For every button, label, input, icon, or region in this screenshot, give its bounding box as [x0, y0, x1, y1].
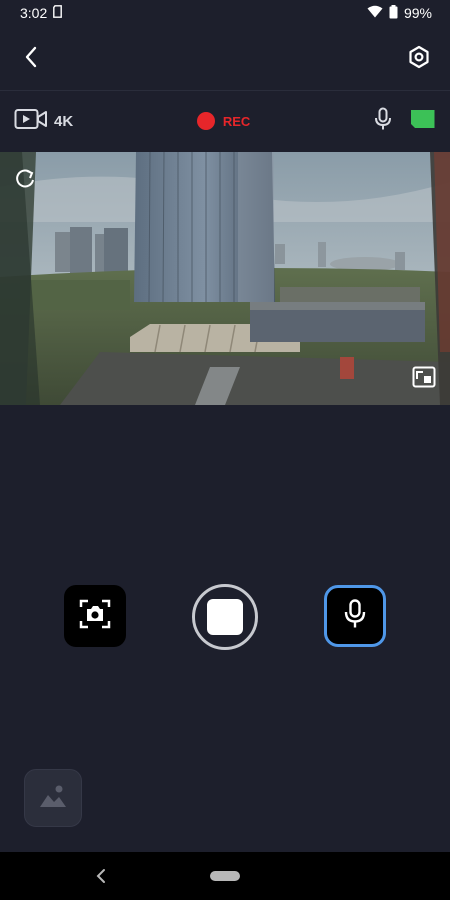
top-bar [0, 28, 450, 90]
wifi-icon [367, 5, 383, 21]
rec-dot-icon [196, 112, 215, 130]
resolution-indicator[interactable]: 4K [14, 107, 73, 135]
nav-home-pill[interactable] [210, 871, 240, 881]
stop-record-icon [207, 599, 243, 635]
sd-card-icon [53, 5, 63, 21]
back-button[interactable] [18, 46, 44, 72]
gallery-button[interactable] [24, 769, 82, 827]
nav-back-icon[interactable] [92, 866, 110, 886]
video-camera-icon [14, 107, 48, 135]
back-chevron-icon [24, 46, 38, 73]
top-divider [0, 90, 450, 91]
capture-controls [0, 580, 450, 660]
battery-icon [389, 4, 398, 22]
rec-indicator: REC [196, 112, 251, 130]
info-bar: 4K REC [0, 96, 450, 146]
settings-button[interactable] [406, 45, 432, 74]
snapshot-button[interactable] [64, 585, 126, 647]
rotate-icon[interactable] [14, 168, 36, 195]
snapshot-camera-icon [78, 597, 112, 636]
battery-percent: 99% [403, 5, 432, 21]
status-time: 3:02 [20, 5, 48, 21]
microphone-icon [344, 598, 366, 634]
talk-button[interactable] [324, 585, 386, 647]
gallery-image-icon [38, 783, 68, 814]
camera-preview[interactable] [0, 152, 450, 405]
status-bar: 3:02 99% [0, 0, 450, 26]
microphone-icon[interactable] [374, 107, 392, 136]
rec-label: REC [222, 113, 251, 129]
stop-record-button[interactable] [192, 584, 258, 650]
resolution-label: 4K [54, 112, 74, 130]
settings-gear-icon [407, 45, 431, 74]
system-nav-bar [0, 852, 450, 900]
fullscreen-icon[interactable] [412, 366, 436, 393]
sd-card-icon[interactable] [410, 109, 436, 134]
